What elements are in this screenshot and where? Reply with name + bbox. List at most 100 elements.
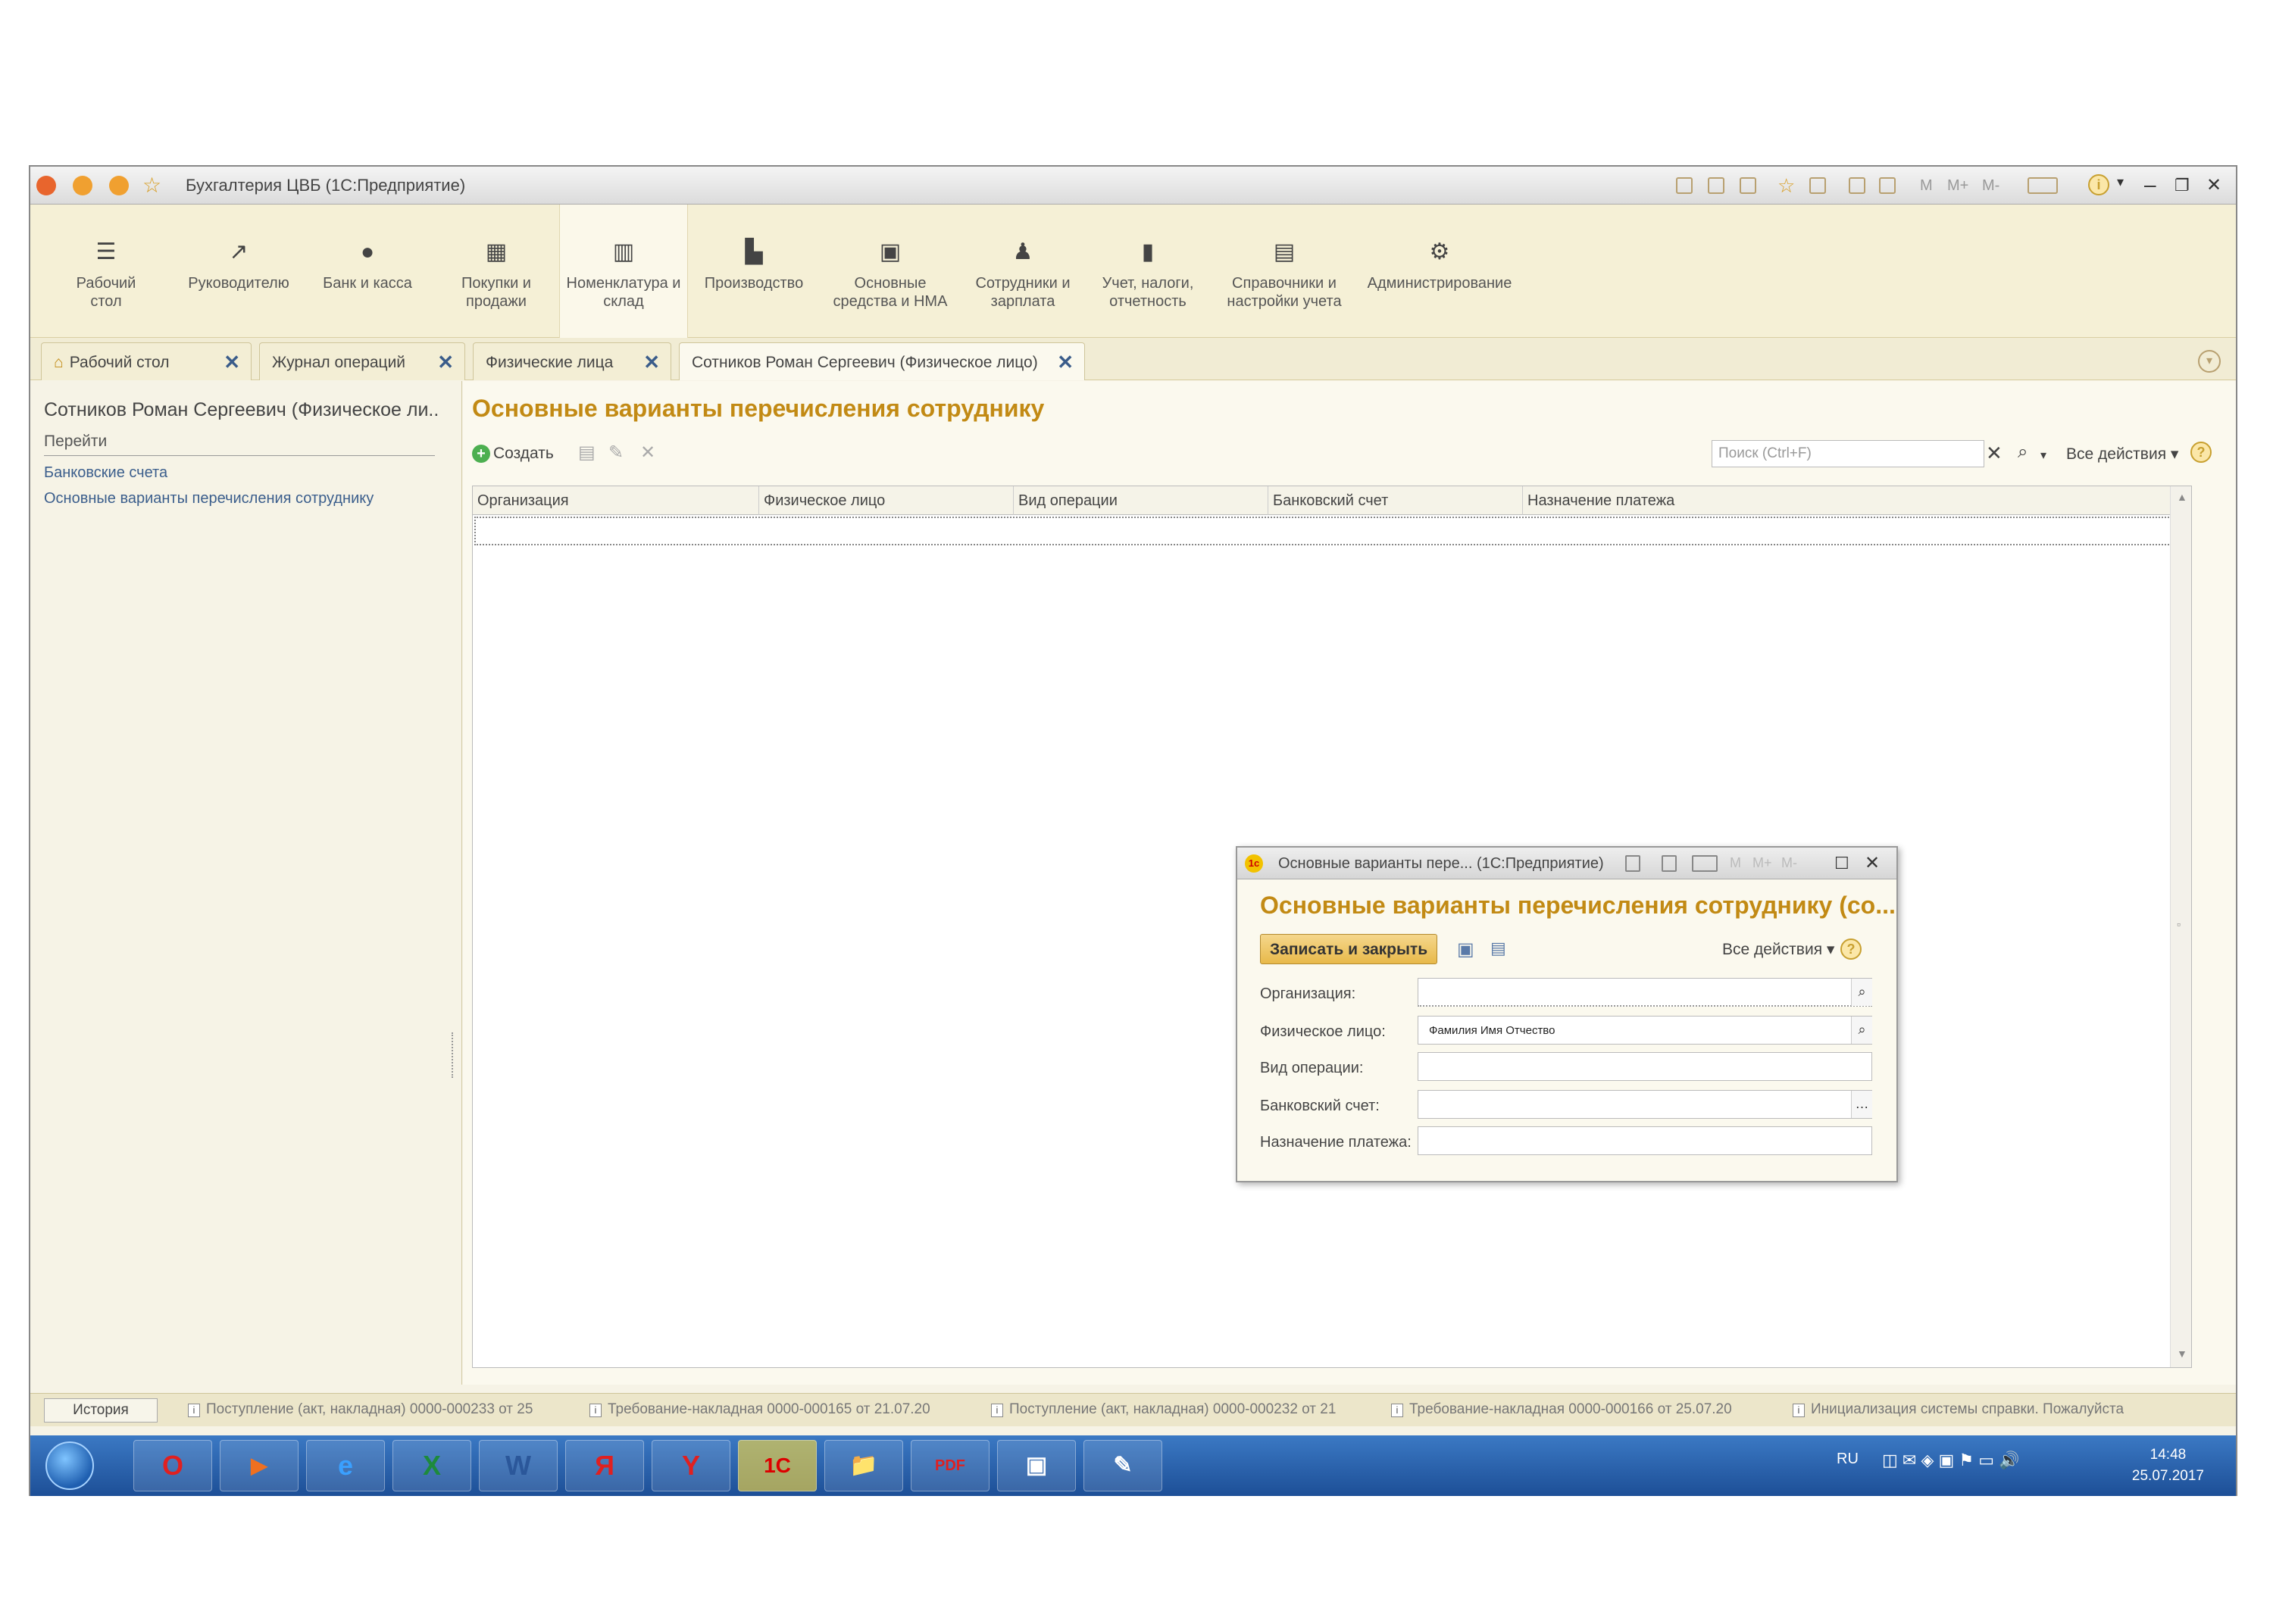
users-icon[interactable] [2028, 177, 2058, 194]
close-tab-icon[interactable]: ✕ [437, 351, 454, 374]
clear-search-icon[interactable]: ✕ [1986, 442, 2003, 465]
section-employees[interactable]: ♟ Сотрудники и зарплата [970, 205, 1076, 338]
close-tab-icon[interactable]: ✕ [643, 351, 660, 374]
yandex-icon[interactable]: Я [565, 1440, 644, 1491]
close-tab-icon[interactable]: ✕ [224, 351, 240, 374]
link-icon[interactable] [1625, 855, 1640, 872]
help-icon[interactable]: ? [2190, 442, 2212, 463]
tab-person-card[interactable]: Сотников Роман Сергеевич (Физическое лиц… [679, 342, 1085, 380]
memory-m-minus[interactable]: M- [1781, 855, 1797, 871]
add-favorite-icon[interactable]: ☆ [1777, 174, 1795, 198]
tabs-menu-icon[interactable]: ▾ [2198, 350, 2221, 373]
restore-icon[interactable]: ❐ [2175, 176, 2190, 195]
tab-journal[interactable]: Журнал операций ✕ [259, 342, 465, 380]
app-menu-icon[interactable] [36, 176, 56, 195]
organization-field[interactable] [1418, 978, 1872, 1007]
close-icon[interactable]: ✕ [1865, 852, 1880, 874]
start-button[interactable] [45, 1441, 94, 1490]
history-item[interactable]: i Инициализация системы справки. Пожалуйс… [1793, 1401, 2124, 1418]
section-desktop[interactable]: ☰ Рабочий стол [61, 205, 152, 338]
memory-m[interactable]: M [1920, 177, 1933, 195]
pdf-icon[interactable]: PDF [911, 1440, 990, 1491]
column-payment-purpose[interactable]: Назначение платежа [1523, 486, 2171, 515]
history-button[interactable]: История [44, 1398, 158, 1423]
history-item[interactable]: i Требование-накладная 0000-000165 от 21.… [589, 1401, 930, 1418]
history-item[interactable]: i Требование-накладная 0000-000166 от 25.… [1391, 1401, 1732, 1418]
bank-account-field[interactable] [1418, 1090, 1872, 1119]
section-admin[interactable]: ⚙ Администрирование [1364, 205, 1515, 338]
explorer-icon[interactable]: 📁 [824, 1440, 903, 1491]
operation-type-field[interactable] [1418, 1052, 1872, 1081]
vertical-scrollbar[interactable]: ▲ ▫ ▼ [2170, 486, 2191, 1367]
excel-icon[interactable]: X [392, 1440, 471, 1491]
payment-purpose-field[interactable] [1418, 1126, 1872, 1155]
1c-icon[interactable]: 1С [738, 1440, 817, 1491]
section-purchases[interactable]: ▦ Покупки и продажи [447, 205, 546, 338]
clock[interactable]: 14:48 25.07.2017 [2132, 1444, 2204, 1487]
pane-splitter[interactable] [452, 1032, 456, 1078]
all-actions-menu[interactable]: Все действия ▾ [2066, 445, 2178, 464]
save-icon[interactable]: ▣ [1457, 938, 1474, 960]
section-bank[interactable]: ● Банк и касса [318, 205, 417, 338]
tray-icons[interactable]: ◫ ✉ ◈ ▣ ⚑ ▭ 🔊 [1882, 1451, 2020, 1470]
memory-m-plus[interactable]: M+ [1752, 855, 1772, 871]
preview-icon[interactable] [1740, 177, 1756, 194]
link-payment-variants[interactable]: Основные варианты перечисления сотрудник… [44, 490, 374, 508]
forward-icon[interactable] [109, 176, 129, 195]
search-icon[interactable]: ⌕ [2018, 442, 2028, 463]
link-bank-accounts[interactable]: Банковские счета [44, 464, 167, 482]
column-organization[interactable]: Организация [473, 486, 759, 515]
post-icon[interactable]: ▤ [1490, 938, 1506, 958]
history-item[interactable]: i Поступление (акт, накладная) 0000-00023… [991, 1401, 1336, 1418]
search-input[interactable]: Поиск (Ctrl+F) [1712, 440, 1984, 467]
section-manager[interactable]: ↗ Руководителю [174, 205, 303, 338]
column-bank-account[interactable]: Банковский счет [1268, 486, 1523, 515]
memory-m-plus[interactable]: M+ [1947, 177, 1968, 195]
dialog-all-actions-menu[interactable]: Все действия ▾ [1722, 940, 1834, 959]
memory-m-minus[interactable]: M- [1982, 177, 1999, 195]
search-icon[interactable]: ⌕ [1851, 1017, 1872, 1044]
print-icon[interactable] [1692, 855, 1718, 872]
save-and-close-button[interactable]: Записать и закрыть [1260, 934, 1438, 964]
maximize-icon[interactable]: ☐ [1834, 854, 1849, 873]
internet-explorer-icon[interactable]: e [306, 1440, 385, 1491]
scroll-thumb[interactable]: ▫ [2177, 918, 2181, 930]
tab-persons[interactable]: Физические лица ✕ [473, 342, 671, 380]
memory-m[interactable]: M [1730, 855, 1741, 871]
ellipsis-icon[interactable]: … [1851, 1091, 1872, 1118]
media-player-icon[interactable]: ▶ [220, 1440, 299, 1491]
calculator-icon[interactable] [1849, 177, 1865, 194]
search-icon[interactable]: ⌕ [1851, 979, 1872, 1006]
back-icon[interactable] [73, 176, 92, 195]
scroll-down-icon[interactable]: ▼ [2177, 1348, 2187, 1360]
section-production[interactable]: ▙ Производство [697, 205, 811, 338]
print-icon[interactable] [1708, 177, 1724, 194]
section-nomenclature[interactable]: ▥ Номенклатура и склад [559, 205, 688, 338]
section-fixed-assets[interactable]: ▣ Основные средства и НМА [826, 205, 955, 338]
person-field[interactable]: Фамилия Имя Отчество [1418, 1016, 1872, 1045]
copy-icon[interactable]: ▤ [578, 442, 596, 464]
language-indicator[interactable]: RU [1837, 1451, 1859, 1468]
minimize-icon[interactable]: – [2144, 173, 2156, 197]
yandex-browser-icon[interactable]: Y [652, 1440, 730, 1491]
scroll-up-icon[interactable]: ▲ [2177, 491, 2187, 503]
window-app-icon[interactable]: ▣ [997, 1440, 1076, 1491]
create-button[interactable]: + Создать [472, 445, 554, 463]
paint-icon[interactable]: ✎ [1083, 1440, 1162, 1491]
chevron-down-icon[interactable]: ▾ [2040, 448, 2046, 463]
history-icon[interactable] [1809, 177, 1826, 194]
section-taxes[interactable]: ▮ Учет, налоги, отчетность [1091, 205, 1205, 338]
chevron-down-icon[interactable]: ▾ [2117, 174, 2124, 190]
delete-icon[interactable]: ✕ [640, 442, 655, 464]
edit-icon[interactable]: ✎ [608, 442, 624, 464]
close-tab-icon[interactable]: ✕ [1057, 351, 1074, 374]
doc-icon[interactable] [1676, 177, 1693, 194]
calendar-icon[interactable] [1879, 177, 1896, 194]
info-icon[interactable]: i [2088, 174, 2109, 195]
column-operation-type[interactable]: Вид операции [1014, 486, 1268, 515]
close-icon[interactable]: ✕ [2206, 174, 2221, 196]
table-row[interactable] [474, 517, 2171, 545]
calculator-icon[interactable] [1662, 855, 1677, 872]
section-catalogs[interactable]: ▤ Справочники и настройки учета [1220, 205, 1349, 338]
history-item[interactable]: i Поступление (акт, накладная) 0000-00023… [188, 1401, 533, 1418]
